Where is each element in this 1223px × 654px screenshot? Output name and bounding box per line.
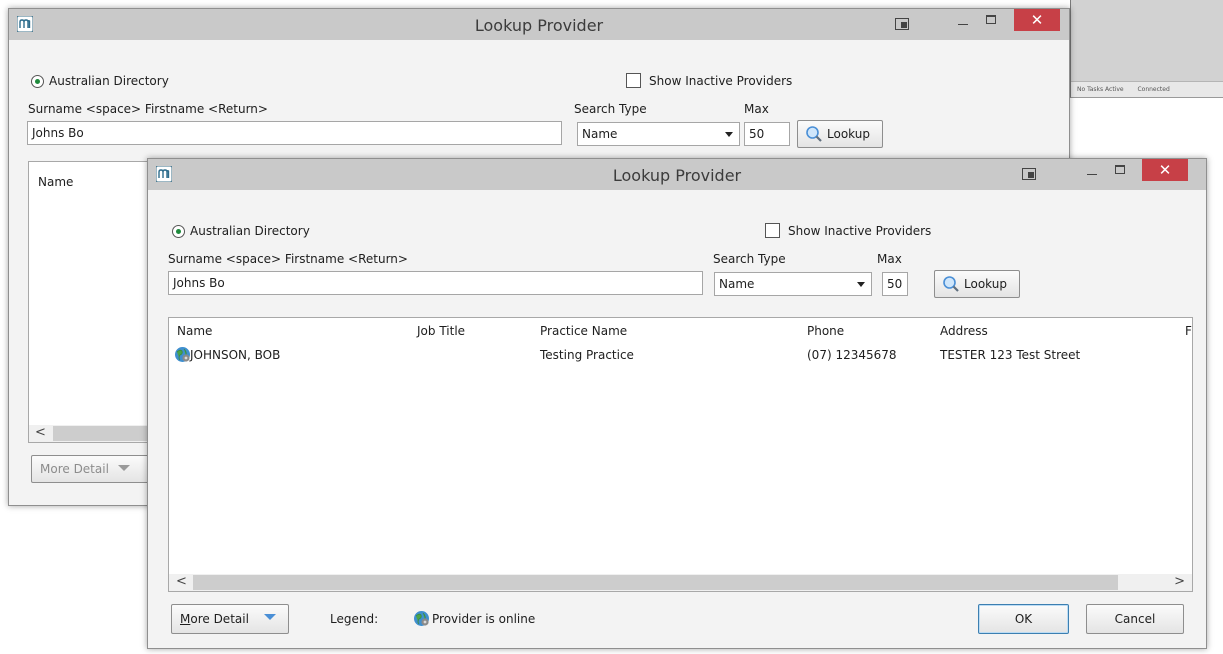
australian-directory-radio[interactable] <box>31 75 44 88</box>
cell-name: JOHNSON, BOB <box>190 348 281 362</box>
search-input[interactable]: Johns Bo <box>168 271 703 295</box>
scroll-right-icon[interactable]: > <box>1174 574 1185 589</box>
more-detail-label: More Detail <box>40 462 109 476</box>
cell-address: TESTER 123 Test Street <box>940 348 1081 362</box>
minimize-button[interactable] <box>1078 159 1106 181</box>
surname-label: Surname <space> Firstname <Return> <box>28 102 268 116</box>
max-label: Max <box>744 102 769 116</box>
lookup-window-front: Lookup Provider ✕ Australian Directory S… <box>147 158 1207 649</box>
background-status-bar: No Tasks Active Connected <box>1071 81 1223 97</box>
chevron-down-icon <box>264 614 276 620</box>
max-label: Max <box>877 252 902 266</box>
dropdown-arrow-icon <box>857 282 865 287</box>
magnifier-icon <box>943 276 959 292</box>
provider-online-legend-icon <box>414 611 429 626</box>
max-input[interactable]: 50 <box>744 122 790 146</box>
scroll-left-icon[interactable]: < <box>35 425 46 440</box>
scroll-left-icon[interactable]: < <box>176 574 187 589</box>
lookup-button[interactable]: Lookup <box>934 270 1020 298</box>
show-inactive-label: Show Inactive Providers <box>649 74 793 88</box>
more-detail-button[interactable]: More Detail <box>171 604 289 634</box>
window-title: Lookup Provider <box>612 166 742 185</box>
maximize-button[interactable] <box>1106 159 1134 181</box>
search-type-select[interactable]: Name <box>577 122 740 146</box>
column-header-address[interactable]: Address <box>940 324 988 338</box>
show-inactive-checkbox[interactable] <box>626 73 641 88</box>
pin-icon[interactable] <box>1022 168 1036 180</box>
search-input[interactable]: Johns Bo <box>27 121 562 145</box>
title-bar: Lookup Provider ✕ <box>148 159 1206 190</box>
legend-text: Provider is online <box>432 612 536 626</box>
australian-directory-label: Australian Directory <box>49 74 169 88</box>
chevron-down-icon <box>118 465 130 471</box>
search-type-select[interactable]: Name <box>714 272 872 296</box>
more-detail-label: More Detail <box>180 612 249 626</box>
more-detail-button[interactable]: More Detail <box>31 455 149 483</box>
magnifier-icon <box>806 126 822 142</box>
close-button[interactable]: ✕ <box>1142 159 1188 181</box>
window-title: Lookup Provider <box>474 16 604 35</box>
cell-practice-name: Testing Practice <box>540 348 634 362</box>
results-list[interactable]: Name Job Title Practice Name Phone Addre… <box>168 317 1193 592</box>
lookup-label: Lookup <box>827 127 870 141</box>
search-type-value: Name <box>719 277 755 291</box>
ok-button[interactable]: OK <box>978 604 1069 634</box>
australian-directory-label: Australian Directory <box>190 224 310 238</box>
lookup-label: Lookup <box>964 277 1007 291</box>
search-type-label: Search Type <box>713 252 786 266</box>
horizontal-scrollbar[interactable]: < > <box>169 574 1192 591</box>
pin-icon[interactable] <box>895 18 909 30</box>
more-detail-rest: ore Detail <box>190 612 249 626</box>
search-type-value: Name <box>582 127 618 141</box>
column-header-name[interactable]: Name <box>38 175 73 189</box>
column-header-phone[interactable]: Phone <box>807 324 844 338</box>
show-inactive-checkbox[interactable] <box>765 223 780 238</box>
column-header-name[interactable]: Name <box>177 324 212 338</box>
surname-label: Surname <space> Firstname <Return> <box>168 252 408 266</box>
ok-label: OK <box>1014 612 1033 626</box>
table-row[interactable]: JOHNSON, BOB Testing Practice (07) 12345… <box>169 344 1192 366</box>
search-type-label: Search Type <box>574 102 647 116</box>
australian-directory-radio[interactable] <box>172 225 185 238</box>
dropdown-arrow-icon <box>725 132 733 137</box>
background-window: No Tasks Active Connected <box>1070 0 1223 98</box>
column-header-extra[interactable]: F <box>1185 324 1192 338</box>
lookup-button[interactable]: Lookup <box>797 120 883 148</box>
close-button[interactable]: ✕ <box>1014 9 1060 31</box>
max-input[interactable]: 50 <box>882 272 908 296</box>
cancel-button[interactable]: Cancel <box>1086 604 1184 634</box>
provider-online-icon <box>175 347 190 362</box>
show-inactive-label: Show Inactive Providers <box>788 224 932 238</box>
column-header-job-title[interactable]: Job Title <box>417 324 465 338</box>
close-icon: ✕ <box>1158 161 1172 179</box>
close-icon: ✕ <box>1030 11 1044 29</box>
more-detail-accel: M <box>180 612 191 626</box>
minimize-button[interactable] <box>949 9 977 31</box>
scroll-thumb[interactable] <box>193 575 1118 590</box>
status-item-connected: Connected <box>1137 86 1170 93</box>
cancel-label: Cancel <box>1114 612 1156 626</box>
legend-label: Legend: <box>330 612 379 626</box>
cell-phone: (07) 12345678 <box>807 348 897 362</box>
maximize-button[interactable] <box>977 9 1005 31</box>
title-bar: Lookup Provider ✕ <box>9 9 1069 40</box>
column-header-practice-name[interactable]: Practice Name <box>540 324 627 338</box>
status-item-tasks: No Tasks Active <box>1077 86 1124 93</box>
